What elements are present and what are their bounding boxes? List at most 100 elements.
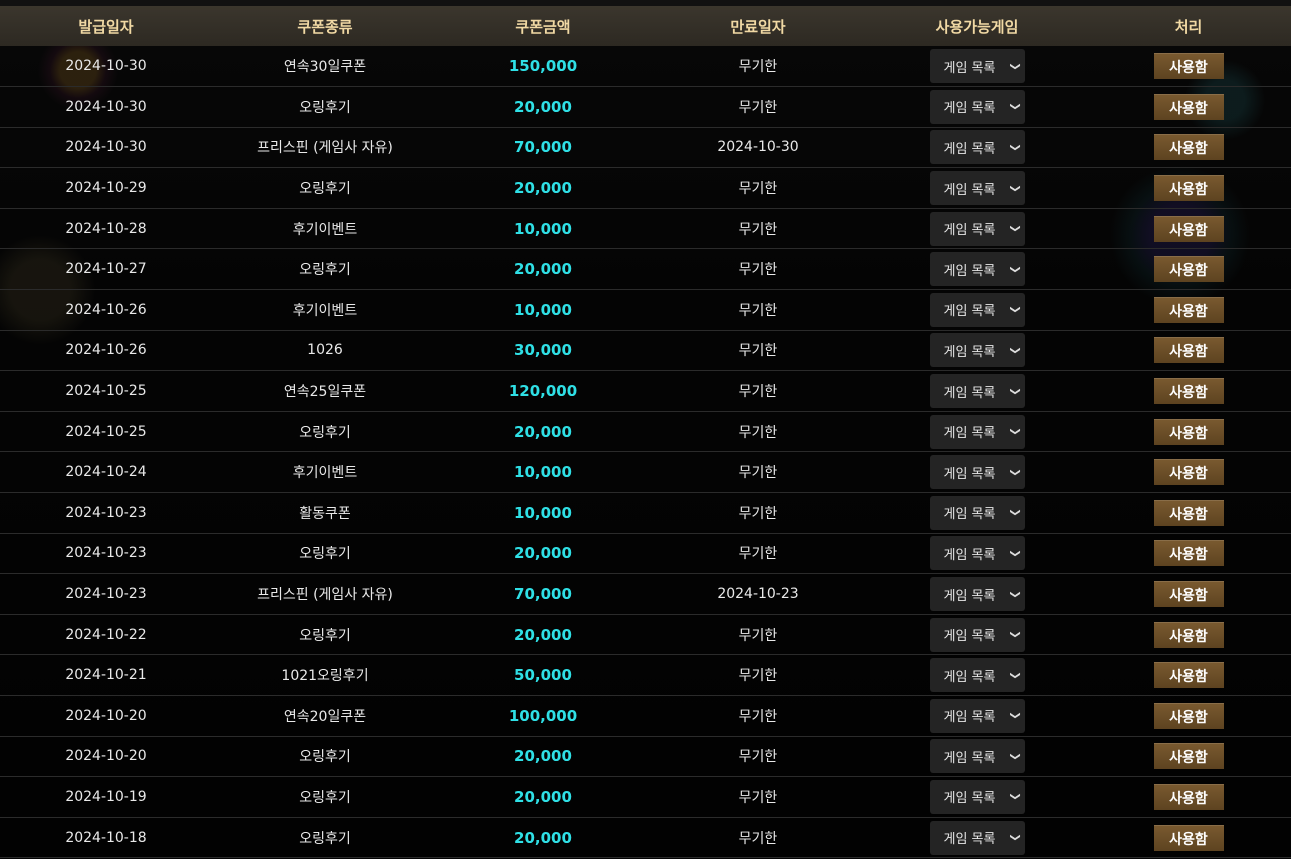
game-select-cell: 게임 목록 ❯ — [868, 655, 1086, 696]
coupon-amount: 10,000 — [514, 219, 572, 238]
coupon-amount: 30,000 — [514, 341, 572, 360]
use-coupon-button[interactable]: 사용함 — [1153, 783, 1224, 810]
game-list-select-label: 게임 목록 — [943, 101, 996, 117]
game-list-select[interactable]: 게임 목록 ❯ — [929, 617, 1025, 652]
use-coupon-button[interactable]: 사용함 — [1153, 418, 1224, 445]
table-row: 2024-10-25 오링후기 20,000 무기한 게임 목록 ❯ 사용함 — [0, 411, 1291, 452]
table-row: 2024-10-28 후기이벤트 10,000 무기한 게임 목록 ❯ 사용함 — [0, 208, 1291, 249]
game-select-cell: 게임 목록 ❯ — [868, 736, 1086, 777]
use-coupon-button[interactable]: 사용함 — [1153, 581, 1224, 608]
game-list-select-label: 게임 목록 — [943, 304, 996, 320]
issue-date: 2024-10-20 — [65, 707, 147, 724]
game-list-select-label: 게임 목록 — [943, 832, 996, 848]
game-select-cell: 게임 목록 ❯ — [868, 452, 1086, 493]
use-coupon-button[interactable]: 사용함 — [1153, 175, 1224, 202]
use-coupon-button[interactable]: 사용함 — [1153, 499, 1224, 526]
game-list-select[interactable]: 게임 목록 ❯ — [929, 495, 1025, 530]
issue-date: 2024-10-18 — [65, 829, 147, 846]
header-expiry-date: 만료일자 — [730, 17, 786, 36]
use-coupon-button[interactable]: 사용함 — [1153, 540, 1224, 567]
game-list-select-label: 게임 목록 — [943, 141, 996, 157]
game-list-select[interactable]: 게임 목록 ❯ — [929, 455, 1025, 490]
action-cell: 사용함 — [1086, 614, 1291, 655]
game-list-select-label: 게임 목록 — [943, 182, 996, 198]
use-coupon-button[interactable]: 사용함 — [1153, 824, 1224, 851]
use-coupon-button[interactable]: 사용함 — [1153, 378, 1224, 405]
coupon-amount: 20,000 — [514, 625, 572, 644]
game-list-select[interactable]: 게임 목록 ❯ — [929, 211, 1025, 246]
game-list-select[interactable]: 게임 목록 ❯ — [929, 820, 1025, 855]
issue-date: 2024-10-30 — [65, 139, 147, 156]
game-list-select-label: 게임 목록 — [943, 344, 996, 360]
coupon-amount: 150,000 — [508, 57, 578, 76]
game-list-select[interactable]: 게임 목록 ❯ — [929, 698, 1025, 733]
game-list-select[interactable]: 게임 목록 ❯ — [929, 333, 1025, 368]
table-row: 2024-10-26 1026 30,000 무기한 게임 목록 ❯ 사용함 — [0, 330, 1291, 371]
expiry-date: 무기한 — [738, 789, 778, 806]
action-cell: 사용함 — [1086, 574, 1291, 615]
use-coupon-button[interactable]: 사용함 — [1153, 743, 1224, 770]
coupon-type: 프리스핀 (게임사 자유) — [257, 587, 393, 604]
game-list-select[interactable]: 게임 목록 ❯ — [929, 739, 1025, 774]
use-coupon-button[interactable]: 사용함 — [1153, 256, 1224, 283]
game-list-select[interactable]: 게임 목록 ❯ — [929, 658, 1025, 693]
chevron-down-icon: ❯ — [1009, 589, 1021, 599]
use-coupon-button[interactable]: 사용함 — [1153, 662, 1224, 689]
coupon-amount: 20,000 — [514, 422, 572, 441]
action-cell: 사용함 — [1086, 777, 1291, 818]
chevron-down-icon: ❯ — [1009, 711, 1021, 720]
use-coupon-button[interactable]: 사용함 — [1153, 215, 1224, 242]
game-list-select[interactable]: 게임 목록 ❯ — [929, 292, 1025, 327]
game-list-select[interactable]: 게임 목록 ❯ — [929, 171, 1025, 206]
action-cell: 사용함 — [1086, 290, 1291, 331]
game-list-select[interactable]: 게임 목록 ❯ — [929, 577, 1025, 612]
game-list-select[interactable]: 게임 목록 ❯ — [929, 89, 1025, 124]
game-list-select[interactable]: 게임 목록 ❯ — [929, 252, 1025, 287]
expiry-date: 무기한 — [738, 749, 778, 766]
use-coupon-button[interactable]: 사용함 — [1153, 93, 1224, 120]
coupon-type: 후기이벤트 — [292, 302, 358, 319]
game-list-select[interactable]: 게임 목록 ❯ — [929, 49, 1025, 84]
game-list-select[interactable]: 게임 목록 ❯ — [929, 374, 1025, 409]
table-row: 2024-10-22 오링후기 20,000 무기한 게임 목록 ❯ 사용함 — [0, 614, 1291, 655]
use-coupon-button[interactable]: 사용함 — [1153, 53, 1224, 80]
chevron-down-icon: ❯ — [1009, 468, 1021, 477]
use-coupon-button[interactable]: 사용함 — [1153, 702, 1224, 729]
game-select-cell: 게임 목록 ❯ — [868, 574, 1086, 615]
action-cell: 사용함 — [1086, 208, 1291, 249]
table-row: 2024-10-30 연속30일쿠폰 150,000 무기한 게임 목록 ❯ 사용함 — [0, 46, 1291, 87]
chevron-down-icon: ❯ — [1009, 427, 1021, 436]
action-cell: 사용함 — [1086, 696, 1291, 737]
expiry-date: 무기한 — [738, 830, 778, 847]
game-list-select[interactable]: 게임 목록 ❯ — [929, 779, 1025, 814]
coupon-type: 1021오링후기 — [281, 668, 369, 685]
coupon-amount: 100,000 — [508, 706, 578, 725]
expiry-date: 무기한 — [738, 424, 778, 441]
game-list-select-label: 게임 목록 — [943, 629, 996, 645]
chevron-down-icon: ❯ — [1009, 833, 1021, 842]
coupon-type: 오링후기 — [299, 181, 351, 198]
game-list-select-label: 게임 목록 — [943, 426, 996, 442]
expiry-date: 무기한 — [738, 181, 778, 198]
table-row: 2024-10-30 오링후기 20,000 무기한 게임 목록 ❯ 사용함 — [0, 86, 1291, 128]
action-cell: 사용함 — [1086, 411, 1291, 452]
use-coupon-button[interactable]: 사용함 — [1153, 337, 1224, 364]
expiry-date: 무기한 — [738, 505, 778, 522]
use-coupon-button[interactable]: 사용함 — [1153, 459, 1224, 486]
header-coupon-amount: 쿠폰금액 — [515, 17, 571, 36]
game-list-select[interactable]: 게임 목록 ❯ — [929, 130, 1025, 165]
action-cell: 사용함 — [1086, 655, 1291, 696]
use-coupon-button[interactable]: 사용함 — [1153, 621, 1224, 648]
action-cell: 사용함 — [1086, 127, 1291, 168]
issue-date: 2024-10-23 — [65, 586, 147, 603]
expiry-date: 무기한 — [738, 708, 778, 725]
table-row: 2024-10-19 오링후기 20,000 무기한 게임 목록 ❯ 사용함 — [0, 776, 1291, 818]
table-row: 2024-10-24 후기이벤트 10,000 무기한 게임 목록 ❯ 사용함 — [0, 451, 1291, 493]
game-list-select[interactable]: 게임 목록 ❯ — [929, 536, 1025, 571]
use-coupon-button[interactable]: 사용함 — [1153, 134, 1224, 161]
use-coupon-button[interactable]: 사용함 — [1153, 296, 1224, 323]
game-list-select-label: 게임 목록 — [943, 60, 996, 76]
game-list-select[interactable]: 게임 목록 ❯ — [929, 414, 1025, 449]
coupon-table: 발급일자 쿠폰종류 쿠폰금액 만료일자 사용가능게임 처리 2024-10-30… — [0, 6, 1291, 858]
expiry-date: 무기한 — [738, 384, 778, 401]
